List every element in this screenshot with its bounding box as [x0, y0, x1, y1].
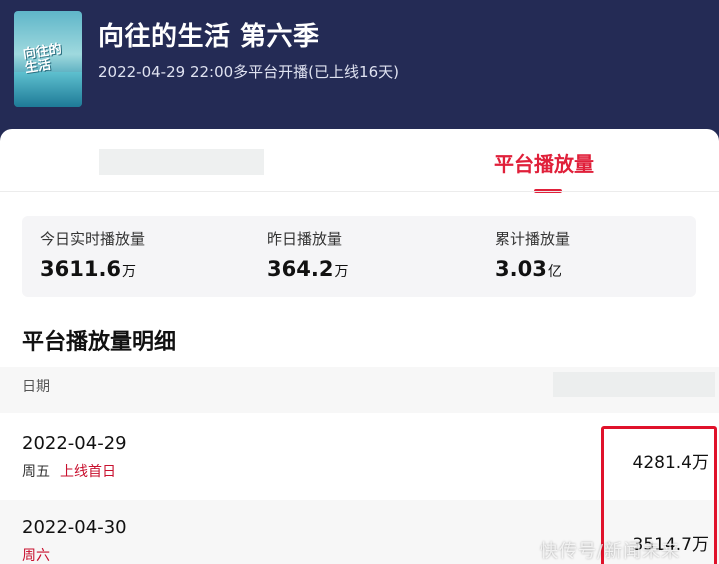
stat-value-row: 3.03亿	[495, 257, 570, 281]
column-header-date: 日期	[22, 379, 50, 395]
stats-panel: 今日实时播放量 3611.6万 昨日播放量 364.2万 累计播放量 3.03亿	[22, 216, 696, 297]
column-header-placeholder[interactable]	[553, 372, 715, 397]
show-title: 向往的生活 第六季	[98, 22, 320, 52]
stat-unit: 万	[122, 264, 137, 280]
stat-value: 364.2	[267, 257, 334, 281]
stat-value-row: 364.2万	[267, 257, 348, 281]
stat-label: 累计播放量	[495, 230, 571, 248]
stat-unit: 万	[334, 264, 349, 280]
row-date: 2022-04-29	[22, 433, 127, 454]
tab-divider	[0, 191, 719, 192]
stat-yesterday: 昨日播放量 364.2万	[267, 228, 348, 281]
table-header: 日期	[0, 367, 719, 413]
stat-today: 今日实时播放量 3611.6万	[40, 228, 145, 281]
row-weekday: 周五	[22, 464, 50, 480]
row-weekday: 周六	[22, 548, 50, 564]
stat-unit: 亿	[547, 264, 562, 280]
tab-platform-plays[interactable]: 平台播放量	[494, 148, 594, 177]
show-subtitle: 2022-04-29 22:00多平台开播(已上线16天)	[98, 63, 399, 81]
tab-placeholder[interactable]	[99, 149, 264, 175]
stat-value-row: 3611.6万	[40, 257, 145, 281]
stat-value: 3611.6	[40, 257, 122, 281]
show-poster[interactable]: 向往的生活	[14, 11, 82, 107]
detail-section-title: 平台播放量明细	[22, 330, 177, 355]
stat-total: 累计播放量 3.03亿	[495, 228, 570, 281]
row-date: 2022-04-30	[22, 517, 127, 538]
stat-value: 3.03	[495, 257, 547, 281]
row-flag-badge: 上线首日	[60, 464, 116, 480]
show-header: 向往的生活 向往的生活 第六季 2022-04-29 22:00多平台开播(已上…	[0, 0, 719, 140]
watermark: 快传号/新闻未来	[540, 541, 681, 562]
stat-label: 今日实时播放量	[40, 230, 146, 248]
stat-label: 昨日播放量	[267, 230, 343, 248]
poster-sea	[14, 72, 82, 107]
